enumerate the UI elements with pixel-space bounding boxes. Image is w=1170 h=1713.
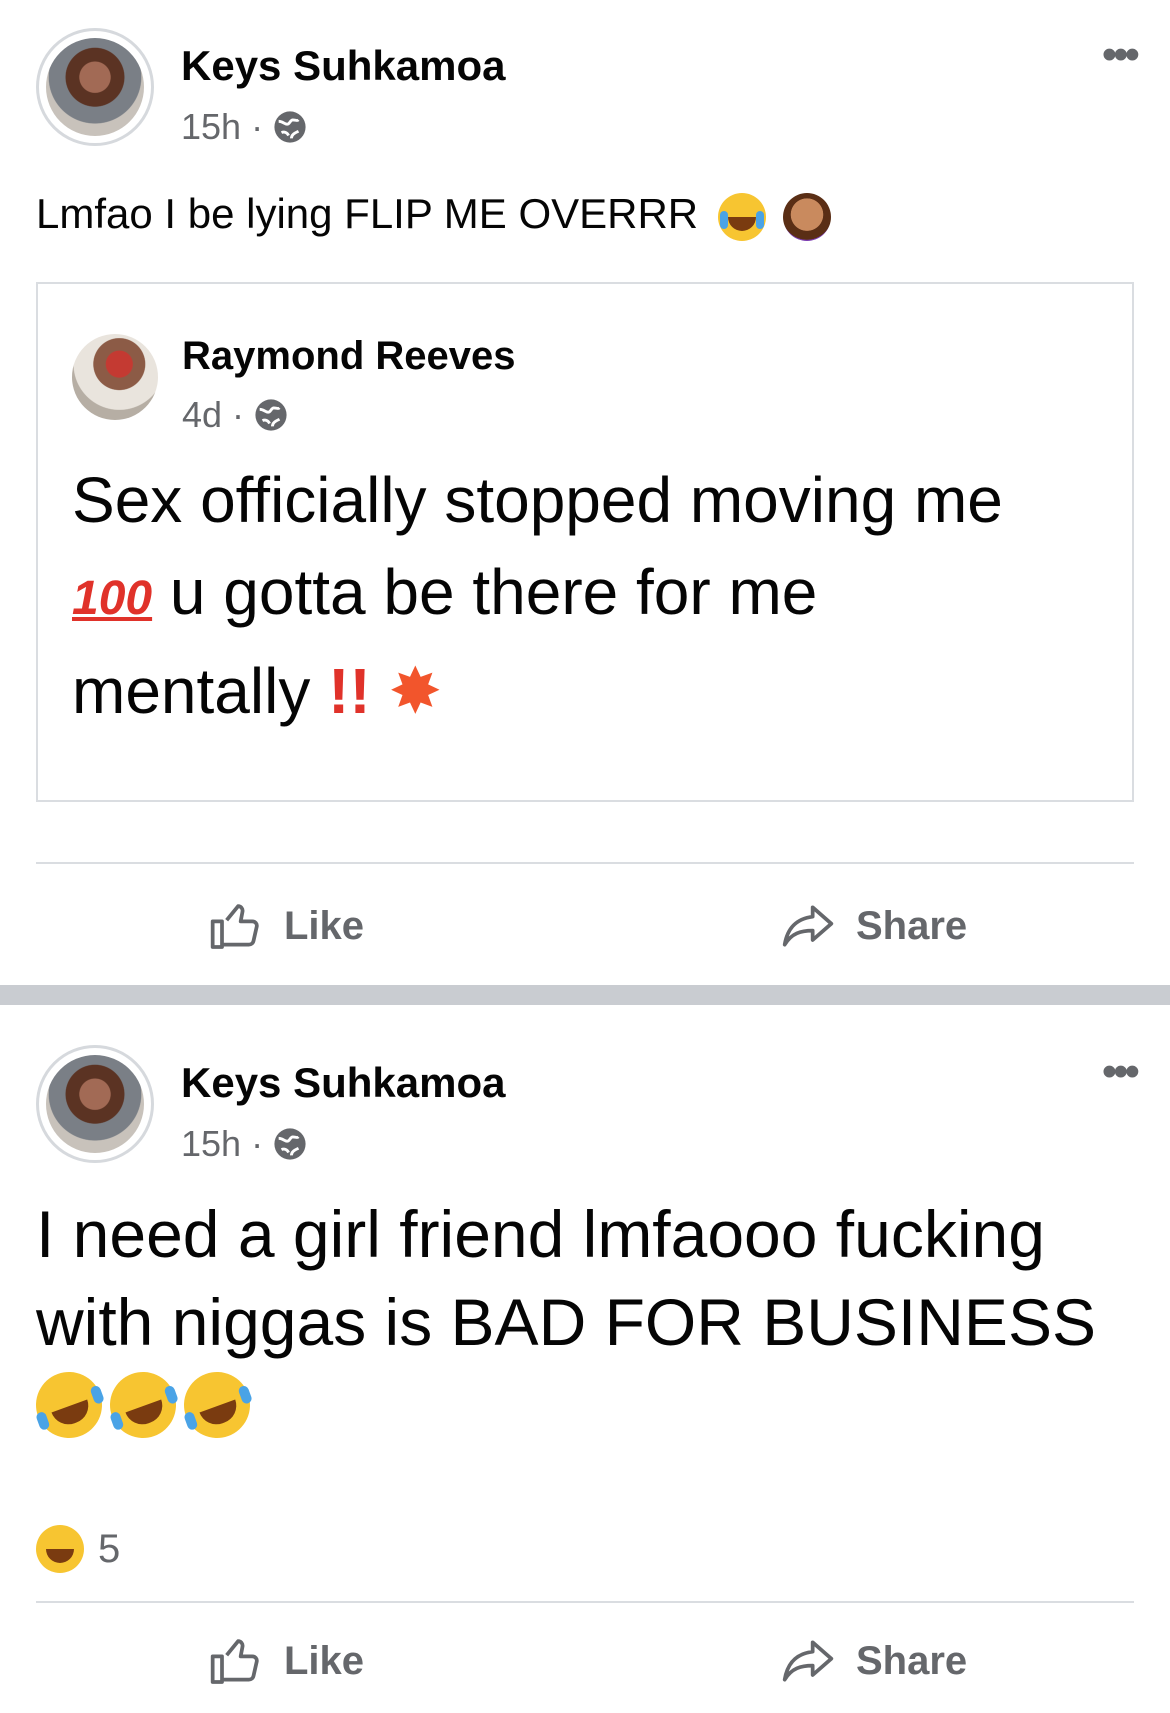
post-time[interactable]: 15h [181,106,241,148]
shared-text-line-2-words: u gotta be there for me [169,556,818,628]
avatar-image [46,38,144,136]
post-card: Keys Suhkamoa 15h · ••• I need a girl fr… [0,1005,1170,1713]
post-time[interactable]: 15h [181,1123,241,1165]
reaction-summary[interactable]: 5 [36,1525,120,1573]
rofl-face-icon [174,1362,260,1448]
post-actions: Like Share [36,1611,1134,1711]
haha-reaction-icon [36,1525,84,1573]
post-meta: 15h · [181,106,307,148]
shared-post[interactable]: Raymond Reeves 4d · Sex officially stopp… [36,282,1134,802]
share-label: Share [856,1638,968,1683]
share-button[interactable]: Share [780,876,967,976]
shared-text-line-1: Sex officially stopped moving me [72,464,1003,536]
like-label: Like [284,1638,365,1683]
share-button[interactable]: Share [780,1611,967,1711]
thumbs-up-icon [210,1639,259,1684]
shared-post-meta: 4d · [182,394,288,436]
meta-separator: · [232,394,245,435]
globe-icon [274,1128,306,1160]
avatar-image [46,1055,144,1153]
author-avatar[interactable] [36,28,154,146]
author-avatar[interactable] [36,1045,154,1163]
globe-icon [274,111,306,143]
author-name[interactable]: Keys Suhkamoa [181,42,505,90]
like-button[interactable]: Like [208,876,364,976]
action-divider [36,1601,1134,1603]
shared-text-line-2: 100 u gotta be there for me [72,546,1092,645]
post-header: Keys Suhkamoa 15h · ••• [36,1045,1140,1165]
rofl-face-icon [100,1362,186,1448]
post-meta: 15h · [181,1123,307,1165]
more-options-icon[interactable]: ••• [1102,33,1140,77]
author-name[interactable]: Keys Suhkamoa [181,1059,505,1107]
shared-post-text: Sex officially stopped moving me 100 u g… [72,454,1092,737]
like-label: Like [284,903,365,948]
post-header: Keys Suhkamoa 15h · ••• [36,28,1140,148]
share-label: Share [856,903,968,948]
rofl-face-icon [26,1362,112,1448]
thumbs-up-icon [210,904,259,949]
emoji-row [26,1362,1136,1448]
reaction-count: 5 [98,1526,121,1571]
double-exclamation-icon: !! [328,655,371,727]
like-button[interactable]: Like [208,1611,364,1711]
shared-text-line-3-words: mentally [72,655,311,727]
post-text-content: Lmfao I be lying FLIP ME OVERRR [36,190,699,237]
shared-author-name[interactable]: Raymond Reeves [182,334,515,379]
shared-text-line-3: mentally !! ✸ [72,645,1092,737]
globe-icon [255,399,287,431]
share-arrow-icon [782,1640,834,1682]
post-text-content: I need a girl friend lmfaooo fucking wit… [36,1197,1096,1359]
more-options-icon[interactable]: ••• [1102,1050,1140,1094]
meta-separator: · [251,1123,264,1164]
meta-separator: · [251,106,264,147]
facepalm-woman-icon [783,192,832,241]
post-text: I need a girl friend lmfaooo fucking wit… [26,1190,1136,1448]
collision-icon: ✸ [388,655,443,727]
hundred-points-icon: 100 [72,572,153,625]
crying-face-icon [717,192,766,241]
share-arrow-icon [782,905,834,947]
shared-post-time[interactable]: 4d [182,394,222,436]
action-divider [36,862,1134,864]
feed-separator [0,985,1170,1005]
post-card: Keys Suhkamoa 15h · ••• Lmfao I be lying… [0,0,1170,985]
shared-author-avatar[interactable] [72,334,158,420]
post-actions: Like Share [36,876,1134,976]
post-text: Lmfao I be lying FLIP ME OVERRR [36,190,832,241]
